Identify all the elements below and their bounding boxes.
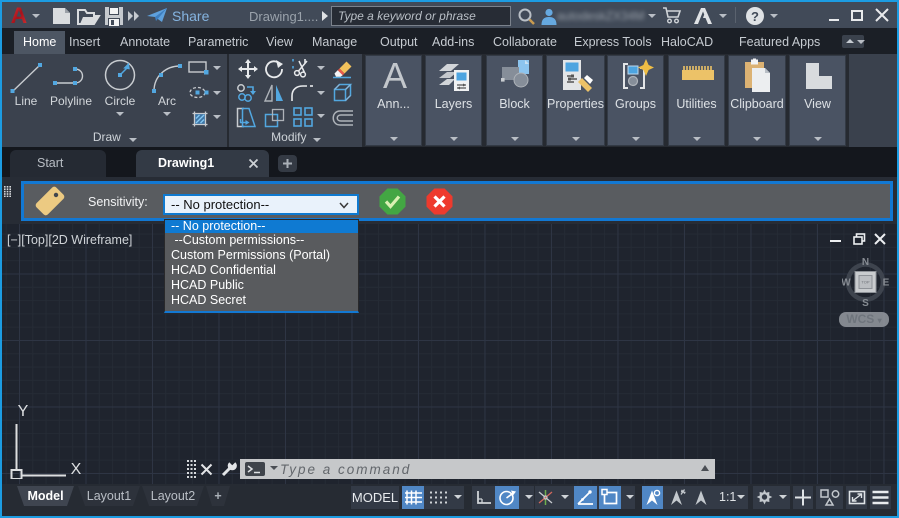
- svg-text:N: N: [862, 257, 869, 268]
- svg-text:S: S: [862, 298, 869, 308]
- svg-text:X: X: [71, 461, 82, 478]
- svg-text:W: W: [842, 278, 851, 289]
- svg-text:?: ?: [751, 9, 759, 24]
- svg-text:A: A: [383, 57, 407, 93]
- svg-text:TOP: TOP: [861, 280, 869, 285]
- svg-text:Y: Y: [18, 404, 29, 420]
- svg-text:A: A: [11, 5, 28, 27]
- svg-text:E: E: [883, 278, 890, 289]
